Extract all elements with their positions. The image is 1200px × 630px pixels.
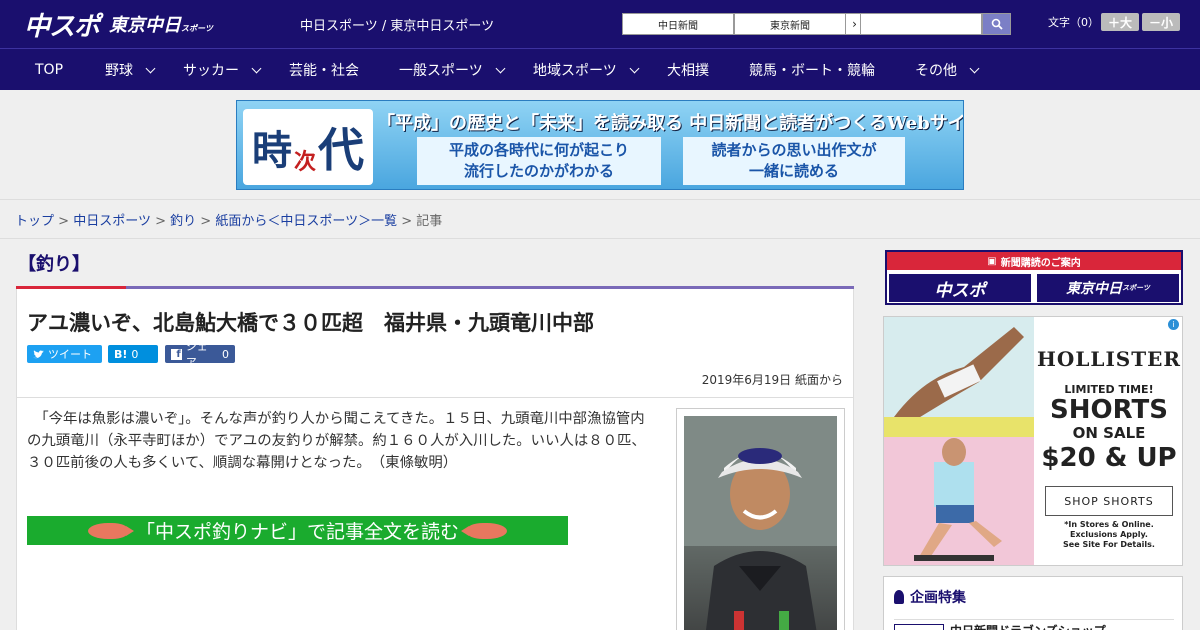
hatena-icon: B! (114, 347, 128, 361)
breadcrumb-fishing[interactable]: 釣り (170, 214, 196, 229)
nav-item-entertainment[interactable]: 芸能・社会 (289, 49, 359, 91)
search-input[interactable] (860, 13, 982, 35)
angler-photo (684, 416, 837, 630)
fish-icon (467, 522, 507, 539)
logo-tokyo-chunichi: 東京中日スポーツ (109, 15, 213, 36)
logo-chuspo: 中スポ (24, 11, 100, 42)
breadcrumb-chunichi-sports[interactable]: 中日スポーツ (73, 214, 151, 229)
chunichi-shimbun-button[interactable]: 中日新聞 › (622, 13, 752, 35)
article-body: 「今年は魚影は濃いぞ」。そんな声が釣り人から聞こえてきた。１５日、九頭竜川中部漁… (16, 398, 854, 630)
font-size-label: 文字（0） (1048, 16, 1099, 29)
jidai-banner[interactable]: 時 次 代 「平成」の歴史と「未来」を読み取る 中日新聞と読者がつくるWebサイ… (236, 100, 964, 190)
medal-icon (894, 590, 904, 604)
ad-brand: HOLLISTER (1037, 347, 1181, 371)
shop-shorts-button[interactable]: SHOP SHORTS (1045, 486, 1173, 516)
search-button[interactable] (982, 13, 1011, 35)
breadcrumb-top[interactable]: トップ (15, 214, 54, 229)
banner-box-left: 平成の各時代に何が起こり 流行したのかがわかる (417, 137, 661, 185)
banner-headline: 「平成」の歴史と「未来」を読み取る 中日新聞と読者がつくるWebサイト (377, 113, 964, 134)
special-item[interactable]: 中日新聞ドラゴンズショップ (894, 619, 1174, 630)
search-icon (991, 18, 1003, 30)
newspaper-icon: ▣ (987, 255, 997, 267)
fishing-navi-link[interactable]: 「中スポ釣りナビ」で記事全文を読む (27, 516, 568, 545)
article-photo[interactable] (676, 408, 845, 630)
tweet-button[interactable]: ツイート (27, 345, 102, 363)
chevron-down-icon (629, 63, 640, 73)
banner-logo: 時 次 代 (243, 109, 373, 185)
chevron-down-icon (969, 63, 980, 73)
hollister-ad[interactable]: HOLLISTER LIMITED TIME! SHORTS ON SALE $… (883, 316, 1183, 566)
special-item-thumbnail (894, 624, 944, 630)
facebook-icon: f (171, 348, 182, 360)
banner-box-right: 読者からの思い出作文が 一緒に読める (683, 137, 905, 185)
article-date: 2019年6月19日 紙面から (701, 373, 843, 387)
hatena-bookmark-button[interactable]: B! 0 (108, 345, 158, 363)
category-label: 【釣り】 (18, 254, 90, 275)
breadcrumb: トップ > 中日スポーツ > 釣り > 紙面から＜中日スポーツ＞一覧 > 記事 (15, 214, 443, 229)
nav-item-baseball[interactable]: 野球 (105, 49, 156, 91)
nav-item-top[interactable]: TOP (35, 49, 63, 91)
site-links[interactable]: 中日スポーツ / 東京中日スポーツ (300, 15, 494, 34)
top-header: 中スポ 東京中日スポーツ 中日スポーツ / 東京中日スポーツ 中日新聞 › 東京… (0, 0, 1200, 48)
chevron-down-icon (145, 63, 156, 73)
ad-photos (884, 317, 1034, 565)
article-title: アユ濃いぞ、北島鮎大橋で３０匹超 福井県・九頭竜川中部 (27, 311, 594, 335)
main-nav: TOP 野球 サッカー 芸能・社会 一般スポーツ 地域スポーツ 大相撲 競馬・ボ… (0, 48, 1200, 90)
font-larger-button[interactable]: ＋大 (1101, 13, 1139, 31)
nav-item-general-sports[interactable]: 一般スポーツ (399, 49, 506, 91)
nav-item-regional-sports[interactable]: 地域スポーツ (533, 49, 640, 91)
nav-item-other[interactable]: その他 (915, 49, 980, 91)
nav-item-racing[interactable]: 競馬・ボート・競輪 (749, 49, 875, 91)
fish-icon (87, 522, 134, 539)
breadcrumb-newspaper-list[interactable]: 紙面から＜中日スポーツ＞一覧 (215, 214, 397, 229)
banner-area: 時 次 代 「平成」の歴史と「未来」を読み取る 中日新聞と読者がつくるWebサイ… (0, 90, 1200, 200)
subscription-box: ▣ 新聞購読のご案内 中スポ 東京中日 スポーツ (885, 250, 1183, 305)
accent-line (16, 286, 854, 289)
nav-item-sumo[interactable]: 大相撲 (667, 49, 709, 91)
article-header: アユ濃いぞ、北島鮎大橋で３０匹超 福井県・九頭竜川中部 ツイート B! 0 f … (16, 286, 854, 398)
ad-fineprint: *In Stores & Online. Exclusions Apply. S… (1063, 520, 1155, 549)
ad-copy: HOLLISTER LIMITED TIME! SHORTS ON SALE $… (1034, 317, 1182, 565)
breadcrumb-current: 記事 (416, 214, 443, 229)
special-features-title: 企画特集 (894, 587, 966, 607)
ad-photo-top (884, 317, 1034, 437)
article-text: 「今年は魚影は濃いぞ」。そんな声が釣り人から聞こえてきた。１５日、九頭竜川中部漁… (27, 411, 646, 471)
ad-info-icon[interactable]: i (1168, 319, 1179, 330)
facebook-share-button[interactable]: f シェア 0 (165, 340, 235, 369)
special-features-box: 企画特集 中日新聞ドラゴンズショップ (883, 576, 1183, 630)
chevron-down-icon (495, 63, 506, 73)
subscribe-tokyo-chunichi-button[interactable]: 東京中日 スポーツ (1037, 274, 1179, 302)
font-smaller-button[interactable]: －小 (1142, 13, 1180, 31)
tokyo-shimbun-button[interactable]: 東京新聞 › (734, 13, 864, 35)
chevron-down-icon (251, 63, 262, 73)
angler-illustration (684, 416, 837, 630)
divider (0, 238, 1200, 239)
ad-photo-bottom (884, 437, 1034, 565)
twitter-bird-icon (33, 349, 44, 358)
subscription-header: ▣ 新聞購読のご案内 (887, 252, 1181, 270)
facebook-count: 0 (222, 347, 229, 361)
hatena-count: 0 (131, 347, 139, 361)
subscribe-chuspo-button[interactable]: 中スポ (889, 274, 1031, 302)
site-logo[interactable]: 中スポ 東京中日スポーツ (24, 8, 213, 42)
nav-item-soccer[interactable]: サッカー (183, 49, 262, 91)
